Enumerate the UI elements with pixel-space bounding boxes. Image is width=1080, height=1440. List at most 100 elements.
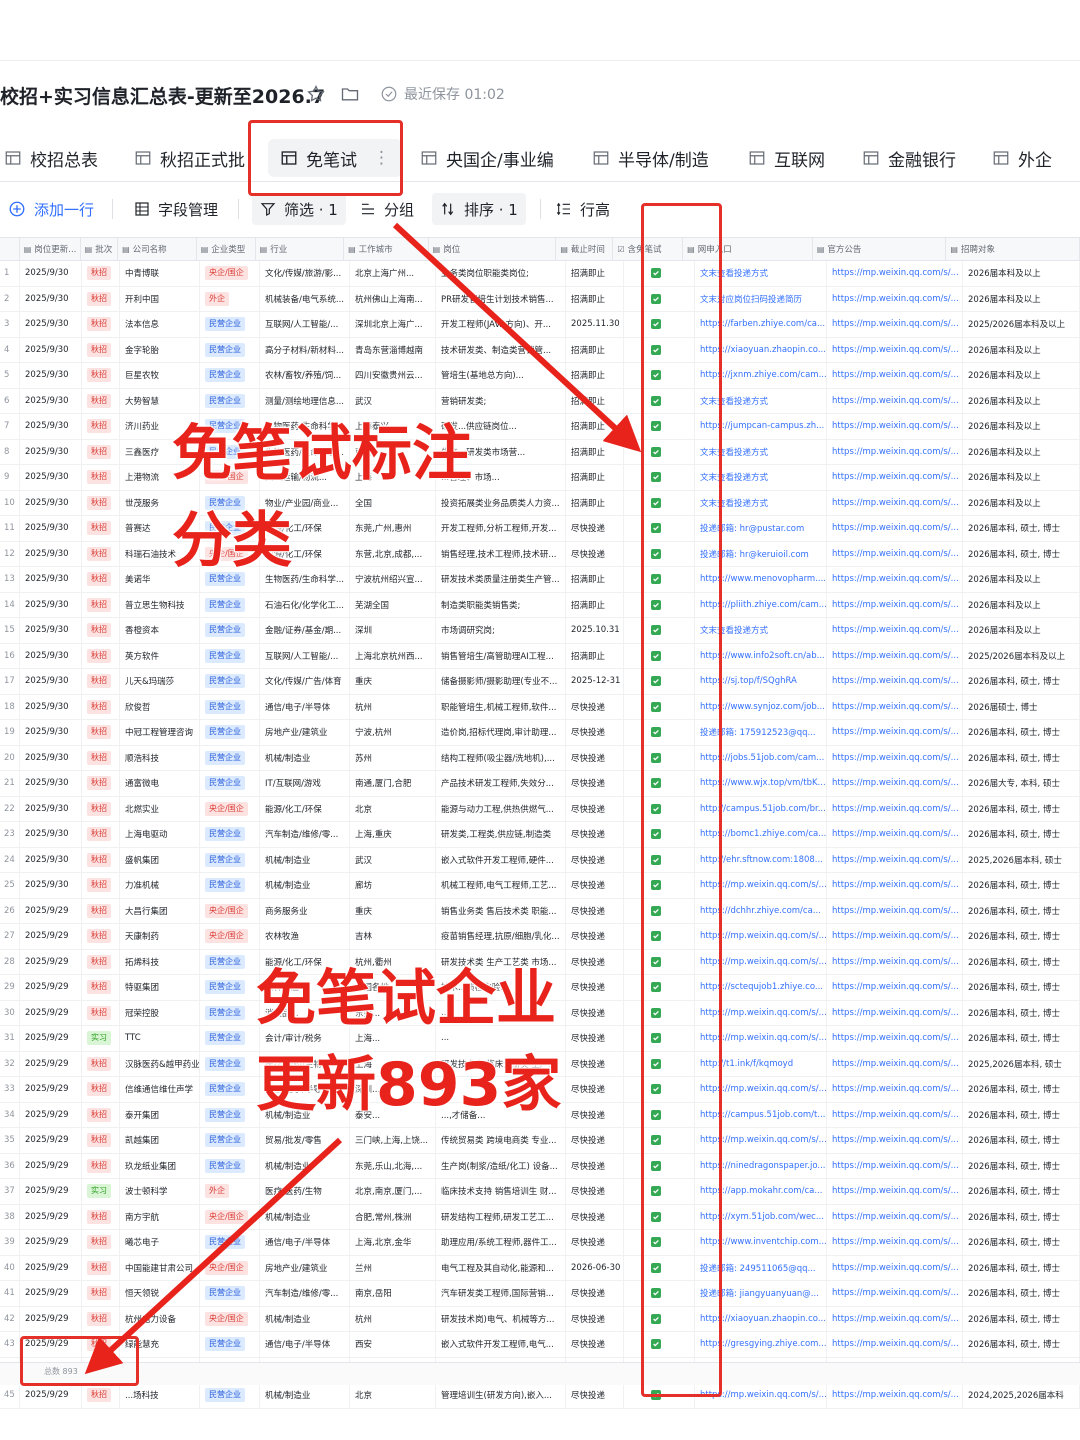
row-index[interactable]: 39 (0, 1230, 20, 1255)
table-row[interactable]: 38 2025/9/29 秋招 南方宇航 央企/国企 机械/制造业 合肥,常州,株洲 研发结构… (0, 1204, 1080, 1230)
table-row[interactable]: 25 2025/9/30 秋招 力准机械 民营企业 机械/制造业 廊坊 机械工程师,电气工程师… (0, 873, 1080, 899)
cell-company-type[interactable]: 民营企业 (200, 592, 260, 617)
cell-target[interactable]: 2025/2026届本科及以上 (963, 643, 1080, 668)
cell-deadline[interactable]: 尽快投递 (566, 975, 624, 1000)
cell-deadline[interactable]: 招满即止 (566, 388, 624, 413)
cell-industry[interactable]: 通信/电子/半导体 (260, 1332, 350, 1357)
row-index[interactable]: 37 (0, 1179, 20, 1204)
cell-target[interactable]: 2026届本科及以上 (963, 414, 1080, 439)
cell-announcement[interactable]: https://mp.weixin.qq.com/s/... (827, 261, 963, 286)
cell-target[interactable]: 2026届本科, 硕士, 博士 (963, 873, 1080, 898)
row-index[interactable]: 14 (0, 592, 20, 617)
cell-company-type[interactable]: 央企/国企 (200, 1204, 260, 1229)
cell-update-date[interactable]: 2025/9/30 (20, 669, 82, 694)
cell-city[interactable]: 宁波,杭州 (350, 720, 436, 745)
cell-city[interactable]: 重庆 (350, 898, 436, 923)
table-row[interactable]: 43 2025/9/29 秋招 绿能慧充 民营企业 通信/电子/半导体 西安 嵌入式软件开发工… (0, 1332, 1080, 1358)
cell-deadline[interactable]: 2025.10.31 (566, 618, 624, 643)
cell-target[interactable]: 2026届本科及以上 (963, 261, 1080, 286)
col-company[interactable]: ▤ 公司名称 (118, 238, 197, 260)
cell-announcement[interactable]: https://mp.weixin.qq.com/s/... (827, 1102, 963, 1127)
cell-position[interactable]: 电气工程及其自动化,能源和... (436, 1255, 566, 1280)
cell-announcement[interactable]: https://mp.weixin.qq.com/s/... (827, 1281, 963, 1306)
cell-batch[interactable]: 秋招 (82, 388, 120, 413)
tab-soe[interactable]: 央国企/事业编 (420, 135, 554, 181)
cell-target[interactable]: 2026届本科及以上 (963, 567, 1080, 592)
cell-position[interactable]: 能源与动力工程,供热供燃气... (436, 796, 566, 821)
cell-target[interactable]: 2026届本科, 硕士, 博士 (963, 822, 1080, 847)
row-index[interactable]: 6 (0, 388, 20, 413)
table-row[interactable]: 9 2025/9/30 秋招 上港物流 央企/国企 交通运输/物流... 上海 ...管理、市… (0, 465, 1080, 491)
cell-company-type[interactable]: 民营企业 (200, 1281, 260, 1306)
cell-target[interactable]: 2026届本科及以上 (963, 286, 1080, 311)
cell-deadline[interactable]: 招满即止 (566, 567, 624, 592)
cell-deadline[interactable]: 招满即止 (566, 363, 624, 388)
cell-company-type[interactable]: 民营企业 (200, 1026, 260, 1051)
col-position[interactable]: ▤ 岗位 (429, 238, 557, 260)
cell-deadline[interactable]: 2025.11.30 (566, 312, 624, 337)
cell-city[interactable]: 吉林 (350, 924, 436, 949)
cell-batch[interactable]: 秋招 (82, 1281, 120, 1306)
cell-city[interactable]: 廊坊 (350, 873, 436, 898)
row-index[interactable]: 23 (0, 822, 20, 847)
cell-target[interactable]: 2025,2026届本科, 硕士 (963, 1051, 1080, 1076)
cell-city[interactable]: 东莞,广州,惠州 (350, 516, 436, 541)
cell-city[interactable]: 苏州 (350, 745, 436, 770)
row-index[interactable]: 3 (0, 312, 20, 337)
tab-all[interactable]: 校招总表 (4, 135, 98, 181)
field-manage-button[interactable]: 字段管理 (134, 186, 218, 232)
cell-update-date[interactable]: 2025/9/30 (20, 465, 82, 490)
cell-batch[interactable]: 秋招 (82, 1051, 120, 1076)
table-row[interactable]: 8 2025/9/30 秋招 三鑫医疗 民营企业 生物医药/生命科学... 南昌 生产...研… (0, 439, 1080, 465)
cell-batch[interactable]: 秋招 (82, 490, 120, 515)
cell-industry[interactable]: 商务服务业 (260, 898, 350, 923)
cell-target[interactable]: 2026届本科, 硕士, 博士 (963, 720, 1080, 745)
cell-industry[interactable]: 石油石化/化学化工... (260, 592, 350, 617)
cell-deadline[interactable]: 招满即止 (566, 286, 624, 311)
cell-industry[interactable]: 机械/制造业 (260, 1306, 350, 1331)
cell-target[interactable]: 2026届本科, 硕士, 博士 (963, 1306, 1080, 1331)
cell-industry[interactable]: 医疗/医药/生物 (260, 1179, 350, 1204)
cell-company[interactable]: 英方软件 (120, 643, 200, 668)
cell-target[interactable]: 2026届本科, 硕士, 博士 (963, 1077, 1080, 1102)
table-row[interactable]: 7 2025/9/30 秋招 济川药业 民营企业 生物医药/生命科学... 上海泰兴... 研… (0, 414, 1080, 440)
cell-announcement[interactable]: https://mp.weixin.qq.com/s/... (827, 465, 963, 490)
row-index[interactable]: 35 (0, 1128, 20, 1153)
table-row[interactable]: 15 2025/9/30 秋招 香橙资本 民营企业 金融/证券/基金/期... 深圳 市场调研… (0, 618, 1080, 644)
row-index[interactable]: 15 (0, 618, 20, 643)
cell-deadline[interactable]: 尽快投递 (566, 1230, 624, 1255)
cell-city[interactable]: 深圳 (350, 618, 436, 643)
cell-update-date[interactable]: 2025/9/29 (20, 1383, 82, 1408)
cell-announcement[interactable]: https://mp.weixin.qq.com/s/... (827, 720, 963, 745)
cell-update-date[interactable]: 2025/9/29 (20, 1306, 82, 1331)
cell-position[interactable]: 研发结构工程师,研发工艺工... (436, 1204, 566, 1229)
cell-deadline[interactable]: 招满即止 (566, 592, 624, 617)
cell-batch[interactable]: 秋招 (82, 822, 120, 847)
cell-target[interactable]: 2026届本科, 硕士, 博士 (963, 1153, 1080, 1178)
cell-announcement[interactable]: https://mp.weixin.qq.com/s/... (827, 643, 963, 668)
cell-update-date[interactable]: 2025/9/30 (20, 745, 82, 770)
cell-batch[interactable]: 秋招 (82, 771, 120, 796)
cell-industry[interactable]: 文化/传媒/广告/体育 (260, 669, 350, 694)
cell-target[interactable]: 2026届本科, 硕士, 博士 (963, 1128, 1080, 1153)
cell-announcement[interactable]: https://mp.weixin.qq.com/s/... (827, 1179, 963, 1204)
cell-position[interactable]: 销售业务类 售后技术类 职能... (436, 898, 566, 923)
cell-update-date[interactable]: 2025/9/29 (20, 1281, 82, 1306)
cell-deadline[interactable]: 招满即止 (566, 465, 624, 490)
cell-position[interactable]: 销售管培生/高管助理AI工程... (436, 643, 566, 668)
cell-position[interactable]: 管理培训生(研发方向),嵌入... (436, 1383, 566, 1408)
cell-target[interactable]: 2026届本科及以上 (963, 337, 1080, 362)
col-company-type[interactable]: ▤ 企业类型 (197, 238, 256, 260)
cell-position[interactable]: 机械工程师,电气工程师,工艺... (436, 873, 566, 898)
cell-industry[interactable]: 房地产业/建筑业 (260, 1255, 350, 1280)
cell-announcement[interactable]: https://mp.weixin.qq.com/s/... (827, 898, 963, 923)
cell-deadline[interactable]: 招满即止 (566, 490, 624, 515)
table-row[interactable]: 12 2025/9/30 秋招 科瑞石油技术 央企/国企 能源/化工/环保 东营,北京,成都… (0, 541, 1080, 567)
cell-batch[interactable]: 秋招 (82, 618, 120, 643)
cell-city[interactable]: 上海,重庆 (350, 822, 436, 847)
folder-icon[interactable] (340, 84, 360, 104)
cell-city[interactable]: 东莞,乐山,北海,... (350, 1153, 436, 1178)
cell-company[interactable]: TTC (120, 1026, 200, 1051)
cell-deadline[interactable]: 招满即止 (566, 414, 624, 439)
cell-target[interactable]: 2026届本科, 硕士, 博士 (963, 898, 1080, 923)
